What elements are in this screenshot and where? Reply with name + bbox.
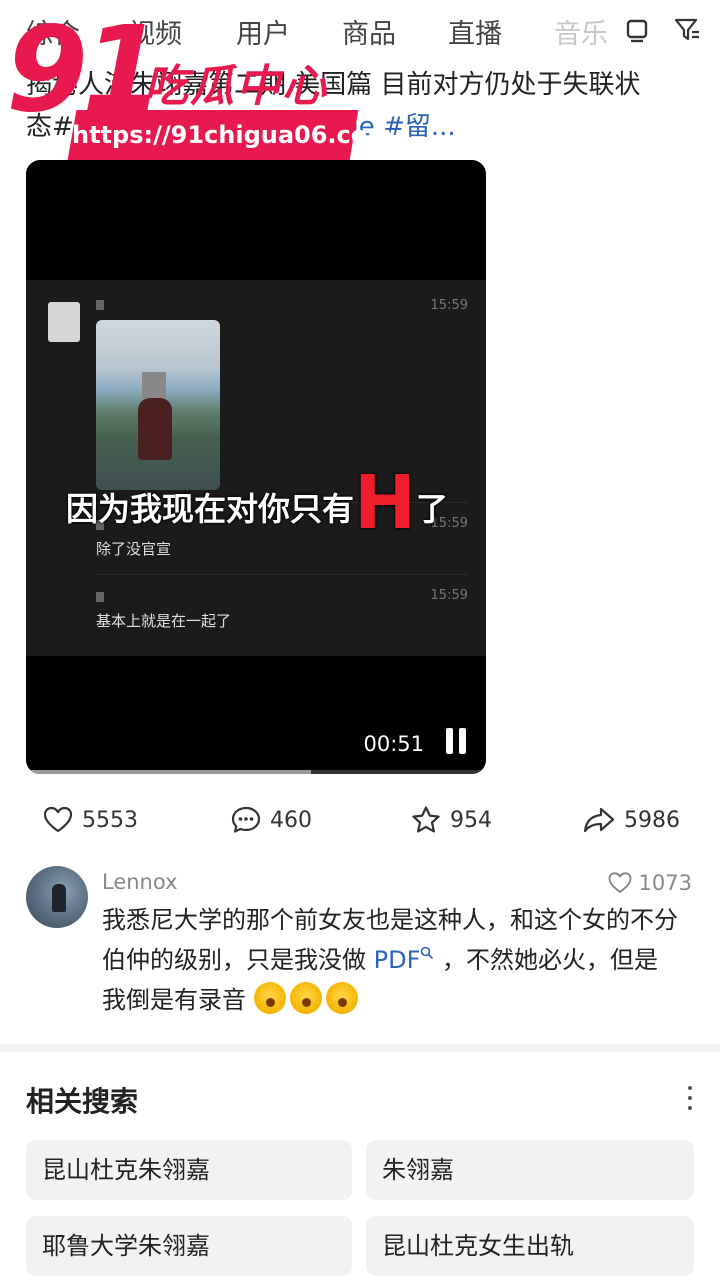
chat-sender-name — [96, 300, 104, 310]
comment-link-label: PDF — [373, 946, 421, 974]
more-options-icon[interactable] — [686, 1086, 694, 1112]
comment-search-link[interactable]: PDF — [374, 946, 435, 974]
comment-button[interactable]: 460 — [230, 802, 312, 838]
tab-music[interactable]: 音乐 — [554, 12, 608, 51]
subtitle-highlight: H — [354, 460, 416, 546]
video-progress-fill — [26, 770, 312, 774]
watermark-logo: 91 吃瓜中心 https://91chigua06.com — [6, 10, 393, 160]
chat-avatar — [48, 302, 80, 342]
tabs-overview-icon[interactable] — [622, 14, 652, 44]
comment-like-count: 1073 — [638, 871, 692, 895]
filter-icon[interactable] — [672, 14, 702, 44]
share-button[interactable]: 5986 — [582, 802, 680, 838]
photo-head-blur — [142, 372, 166, 398]
watermark-url: https://91chigua06.com — [72, 121, 393, 149]
action-bar: 5553 460 954 5986 — [0, 800, 720, 840]
related-search-chip[interactable]: 耶鲁大学朱翎嘉 — [26, 1216, 352, 1276]
related-search-chip[interactable]: 朱翎嘉 — [366, 1140, 694, 1200]
share-arrow-icon — [583, 807, 615, 833]
star-icon — [412, 806, 440, 833]
video-subtitle: 因为我现在对你只有H了 — [66, 460, 476, 546]
subtitle-text-end: 了 — [415, 490, 448, 528]
chat-message: 基本上就是在一起了 — [96, 612, 232, 630]
share-count: 5986 — [624, 807, 680, 833]
like-button[interactable]: 5553 — [42, 802, 138, 838]
watermark-title: 吃瓜中心 — [144, 61, 328, 112]
favorite-button[interactable]: 954 — [410, 802, 492, 838]
comment-username[interactable]: Lennox — [102, 870, 178, 894]
shocked-emoji-icon — [253, 982, 286, 1014]
shocked-emoji-icon — [325, 982, 358, 1014]
comment-like-button[interactable]: 1073 — [607, 870, 692, 896]
chat-time: 15:59 — [430, 588, 468, 603]
chat-time: 15:59 — [430, 298, 468, 313]
related-search-chip[interactable]: 昆山杜克女生出轨 — [366, 1216, 694, 1276]
watermark-url-banner: https://91chigua06.com — [67, 110, 393, 160]
photo-person — [138, 398, 172, 460]
comment-bubble-icon — [231, 806, 261, 833]
favorite-count: 954 — [450, 807, 492, 833]
subtitle-text: 因为我现在对你只有 — [66, 490, 355, 528]
video-progress-bar[interactable] — [26, 770, 486, 774]
video-player[interactable]: 15:59 15:59 除了没官宣 15:59 基本上就是在一起了 因为我现在对… — [26, 160, 486, 774]
avatar[interactable] — [26, 866, 88, 928]
chat-sender-name — [96, 592, 104, 602]
tab-live[interactable]: 直播 — [448, 12, 502, 51]
related-search-chip[interactable]: 昆山杜克朱翎嘉 — [26, 1140, 352, 1200]
shocked-emoji-icon — [289, 982, 322, 1014]
chat-divider — [96, 574, 468, 575]
comment-count: 460 — [270, 807, 312, 833]
section-divider — [0, 1044, 720, 1052]
like-count: 5553 — [82, 807, 138, 833]
heart-icon — [608, 872, 632, 893]
search-icon — [421, 946, 434, 960]
related-search-title: 相关搜索 — [26, 1085, 139, 1118]
video-elapsed-time: 00:51 — [363, 732, 424, 756]
heart-icon — [43, 806, 73, 833]
pause-icon[interactable] — [444, 728, 468, 754]
comment-text[interactable]: 我悉尼大学的那个前女友也是这种人，和这个女的不分伯仲的级别，只是我没做 PDF … — [102, 900, 682, 1020]
